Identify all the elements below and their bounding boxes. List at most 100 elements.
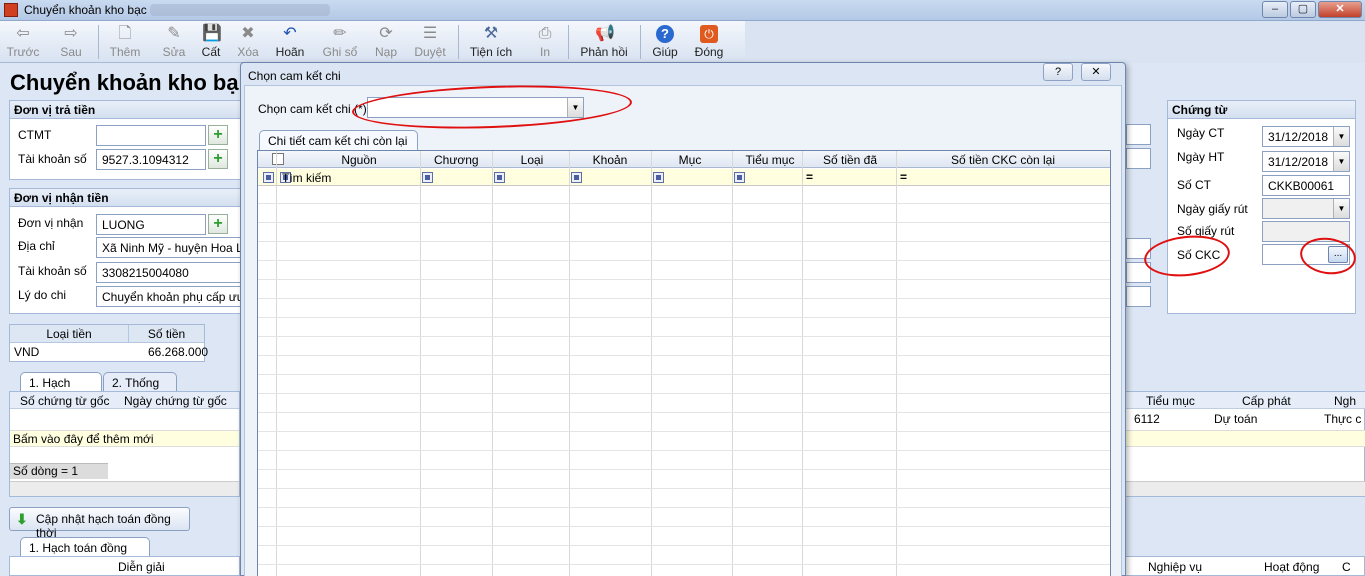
toolbar-close-button[interactable]: ⏻ Đóng [692, 21, 726, 63]
tab-hach-toan-dong-thoi[interactable]: 1. Hạch toán đồng thời [20, 537, 150, 569]
grid1-cell-cap-phat[interactable]: Dự toán [1214, 412, 1257, 426]
currency-table: Loại tiền Số tiền VND 66.268.000 [9, 324, 208, 362]
grid-row-line [258, 488, 1110, 489]
ngay-ct-input[interactable]: 31/12/2018 ▼ [1262, 126, 1350, 147]
ctmt-input[interactable] [96, 125, 206, 146]
toolbar-next-button[interactable]: ⇨ Sau [56, 21, 86, 63]
save-icon: 💾 [202, 25, 222, 42]
filter-icon[interactable] [494, 172, 505, 183]
filter-icon[interactable] [422, 172, 433, 183]
col-muc[interactable]: Mục [676, 153, 704, 167]
toolbar-utilities-button[interactable]: ⚒ Tiện ích [466, 21, 516, 63]
filter-search-text[interactable]: Tìm kiếm [282, 171, 331, 185]
toolbar-feedback-button[interactable]: 📢 Phản hồi [578, 21, 630, 63]
accounting-grid: Số chứng từ gốc Ngày chứng từ gốc Bấm và… [9, 391, 240, 497]
so-ct-input[interactable]: CKKB00061 [1262, 175, 1350, 196]
delete-icon: ✖ [241, 25, 255, 42]
grid-row-line [258, 450, 1110, 451]
ngay-giay-rut-input[interactable]: ▼ [1262, 198, 1350, 219]
toolbar-edit-button[interactable]: ✎ Sửa [160, 21, 188, 63]
mid-input-5[interactable] [1126, 286, 1151, 307]
dialog-help-button[interactable]: ? [1043, 63, 1073, 81]
col-tieu-muc[interactable]: Tiểu mục [742, 153, 798, 167]
mid-input-2[interactable] [1126, 148, 1151, 169]
filter-icon[interactable] [571, 172, 582, 183]
ngay-ht-input[interactable]: 31/12/2018 ▼ [1262, 151, 1350, 172]
voucher-panel: Chứng từ Ngày CT 31/12/2018 ▼ Ngày HT 31… [1167, 100, 1356, 314]
grid1-h-scrollbar[interactable] [10, 481, 239, 496]
tab-thong-ke[interactable]: 2. Thống kê [103, 372, 177, 404]
update-concurrent-accounting-button[interactable]: ⬇ Cập nhật hạch toán đồng thời [9, 507, 190, 540]
filter-icon[interactable] [734, 172, 745, 183]
grid-row-line [258, 317, 1110, 318]
commitment-grid: Nguồn Chương Loại Khoản Mục Tiểu mục Số … [257, 150, 1111, 576]
grid1-header-tieu-muc: Tiểu mục [1146, 394, 1195, 408]
payer-account-add-button[interactable]: + [208, 149, 228, 169]
grid-column-line [802, 151, 803, 576]
filter-icon[interactable] [653, 172, 664, 183]
grid1-cell-ngh[interactable]: Thực c [1324, 412, 1361, 426]
col-so-tien-ckc-con-lai[interactable]: Số tiền CKC còn lại [950, 153, 1056, 167]
col-chuong[interactable]: Chương [434, 153, 479, 167]
choose-commitment-dialog: Chọn cam kết chi ? ✕ Chọn cam kết chi (*… [240, 62, 1126, 576]
payee-address-input[interactable]: Xã Ninh Mỹ - huyện Hoa Lư [96, 237, 242, 258]
toolbar-approve-button[interactable]: ☰ Duyệt [412, 21, 448, 63]
accounting-grid-right: Tiểu mục Cấp phát Ngh 6112 Dự toán Thực … [1126, 391, 1365, 497]
payer-account-label: Tài khoản số [18, 152, 87, 166]
minimize-button[interactable]: – [1262, 1, 1288, 18]
grid1-h-scrollbar-right[interactable] [1126, 481, 1365, 496]
toolbar-help-button[interactable]: ? Giúp [650, 21, 680, 63]
approve-icon: ☰ [422, 25, 438, 42]
toolbar-undo-button[interactable]: ↶ Hoãn [272, 21, 308, 63]
filter-row[interactable]: Tìm kiếm = = [258, 169, 1110, 186]
grid1-row-count: Số dòng = 1 [13, 464, 79, 478]
col-khoan[interactable]: Khoản [592, 153, 628, 167]
col-loai[interactable]: Loại [516, 153, 548, 167]
ctmt-add-button[interactable]: + [208, 125, 228, 145]
chevron-down-icon[interactable]: ▼ [1333, 127, 1349, 146]
window-close-button[interactable]: ✕ [1318, 1, 1362, 18]
payee-unit-add-button[interactable]: + [208, 214, 228, 234]
currency-cell[interactable]: VND [14, 345, 39, 359]
toolbar-prev-button[interactable]: ⇦ Trước [6, 21, 40, 63]
filter-equals-icon[interactable]: = [806, 170, 813, 184]
tab-commitment-detail[interactable]: Chi tiết cam kết chi còn lại [259, 130, 418, 151]
grid-row-line [258, 507, 1110, 508]
payee-unit-input[interactable]: LUONG [96, 214, 206, 235]
toolbar-empty-area [745, 21, 1365, 63]
payee-reason-input[interactable]: Chuyển khoản phụ cấp ưu đ [96, 286, 242, 307]
amount-cell[interactable]: 66.268.000 [148, 345, 208, 359]
arrow-down-green-icon: ⬇ [16, 511, 28, 527]
maximize-button[interactable]: ▢ [1290, 1, 1316, 18]
toolbar-save-button[interactable]: 💾 Cất [198, 21, 224, 63]
grid1-add-row[interactable]: Bấm vào đây để thêm mới [13, 432, 154, 446]
megaphone-icon: 📢 [595, 25, 615, 42]
page-title: Chuyển khoản kho bạ [10, 70, 239, 95]
select-all-checkbox[interactable] [272, 153, 284, 165]
tab-hach-toan[interactable]: 1. Hạch toán [20, 372, 102, 404]
window-titlebar: Chuyển khoản kho bạc – ▢ ✕ [0, 0, 1365, 21]
toolbar-load-button[interactable]: ⟳ Nạp [372, 21, 400, 63]
chevron-down-icon[interactable]: ▼ [1333, 152, 1349, 171]
filter-icon[interactable] [263, 172, 274, 183]
payee-account-input[interactable]: 3308215004080 [96, 262, 242, 283]
chevron-down-icon[interactable]: ▼ [1333, 199, 1349, 218]
col-nguon[interactable]: Nguồn [338, 153, 380, 167]
toolbar-post-button[interactable]: ✏ Ghi sổ [320, 21, 360, 63]
mid-input-1[interactable] [1126, 124, 1151, 145]
window-title: Chuyển khoản kho bạc [24, 3, 147, 17]
grid-column-line [651, 151, 652, 576]
dialog-close-button[interactable]: ✕ [1081, 63, 1111, 81]
grid-row-line [258, 545, 1110, 546]
toolbar-print-button[interactable]: ⎙ In [532, 21, 558, 63]
toolbar-separator [98, 25, 99, 59]
payer-account-input[interactable]: 9527.3.1094312 [96, 149, 206, 170]
ctmt-label: CTMT [18, 128, 52, 142]
app-icon [4, 3, 18, 17]
filter-equals-icon[interactable]: = [900, 170, 907, 184]
toolbar-separator [458, 25, 459, 59]
grid1-cell-tieu-muc[interactable]: 6112 [1134, 412, 1160, 426]
toolbar-delete-button[interactable]: ✖ Xóa [234, 21, 262, 63]
grid1-header-so-ct-goc: Số chứng từ gốc [20, 394, 110, 408]
toolbar-add-button[interactable]: 🗋 Thêm [106, 21, 144, 63]
